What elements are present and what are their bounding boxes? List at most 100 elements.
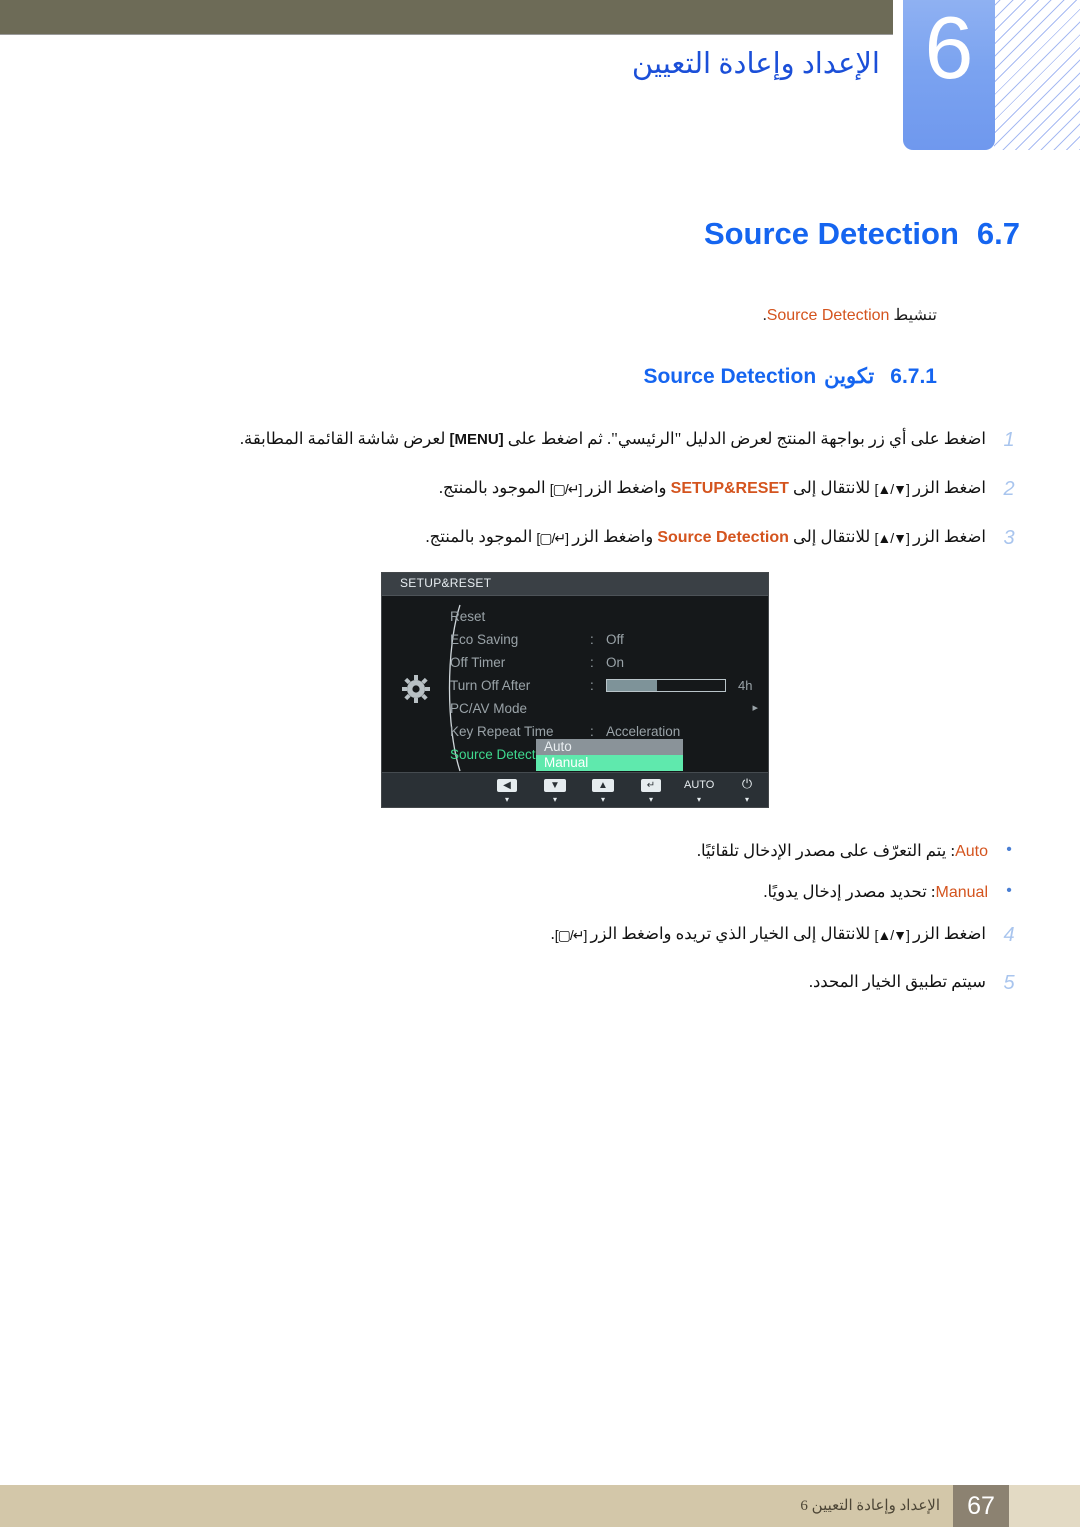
inline-text: للانتقال إلى [788, 478, 875, 497]
step-text: اضغط الزر [▲/▼] للانتقال إلى Source Dete… [426, 526, 995, 549]
osd-menu-item[interactable]: Off Timer: On [450, 651, 760, 674]
inline-text: الموجود بالمنتج. [425, 527, 537, 546]
inline-text: اضغط الزر [908, 924, 986, 943]
button-glyph: [▲/▼] [874, 927, 909, 943]
button-glyph: [▢/↵] [549, 481, 583, 497]
osd-item-label: Reset [450, 609, 486, 624]
inline-text: اضغط على أي زر بواجهة المنتج لعرض الدليل… [503, 429, 986, 448]
inline-text: اضغط الزر [908, 478, 986, 497]
osd-item-label: Turn Off After [450, 678, 531, 693]
gear-icon [402, 675, 430, 703]
footer-tail [1009, 1485, 1080, 1527]
caret-down-icon: ▾ [504, 795, 509, 804]
bullet-dot-icon: • [1006, 841, 1012, 858]
step-text: اضغط الزر [▲/▼] للانتقال إلى الخيار الذي… [551, 923, 994, 945]
chapter-tab: 6 [903, 0, 995, 150]
osd-button-glyph: ▲ [592, 779, 614, 792]
osd-hardware-button[interactable]: ▲ ▾ [588, 775, 618, 804]
osd-button-group: ◀ ▾ ▼ ▾ ▲ ▾ ↵ ▾ AUTO ▾ ⏻ ▾ [492, 775, 762, 804]
osd-item-value: On [606, 655, 625, 670]
section-intro: تنشيط Source Detection. [763, 305, 937, 325]
inline-text: الموجود بالمنتج. [438, 478, 550, 497]
osd-button-glyph: ↵ [640, 779, 662, 792]
chevron-right-icon: ▸ [752, 702, 758, 714]
step-number: 5 [1003, 972, 1015, 994]
bullet-text: Auto: يتم التعرّف على مصدر الإدخال تلقائ… [697, 840, 994, 863]
button-glyph: [▲/▼] [874, 530, 909, 546]
instruction-step: 4 اضغط الزر [▲/▼] للانتقال إلى الخيار ال… [104, 923, 1024, 947]
osd-item-colon: : [590, 632, 594, 647]
osd-hardware-button[interactable]: ▼ ▾ [540, 775, 570, 804]
caret-down-icon: ▾ [696, 795, 701, 804]
osd-button-glyph: ▼ [544, 779, 566, 792]
osd-title-bar: SETUP&RESET [382, 573, 768, 596]
instruction-step: 5 سيتم تطبيق الخيار المحدد. [104, 971, 1024, 995]
diagonal-hatch-decoration [994, 0, 1080, 150]
osd-button-bar: ◀ ▾ ▼ ▾ ▲ ▾ ↵ ▾ AUTO ▾ ⏻ ▾ [382, 772, 768, 807]
inline-text: اضغط الزر [908, 527, 986, 546]
chapter-title: الإعداد وإعادة التعيين [631, 48, 880, 80]
osd-hardware-button[interactable]: ⏻ ▾ [732, 775, 762, 804]
inline-text: : يتم التعرّف على مصدر الإدخال تلقائيًا. [696, 841, 956, 860]
footer-chapter-text: الإعداد وإعادة التعيين 6 [800, 1498, 940, 1514]
step-number: 1 [1003, 429, 1015, 451]
inline-term: Source Detection [657, 529, 789, 546]
instruction-step: 1 اضغط على أي زر بواجهة المنتج لعرض الدل… [104, 428, 1024, 452]
instruction-step: 2 اضغط الزر [▲/▼] للانتقال إلى SETUP&RES… [104, 477, 1024, 501]
section-heading: 6.7 Source Detection [704, 216, 1020, 252]
option-bullet: • Manual: تحديد مصدر إدخال يدويًا. [104, 881, 1024, 904]
osd-dropdown-options[interactable]: Auto Manual [536, 739, 683, 771]
osd-menu-item[interactable]: Eco Saving: Off [450, 628, 760, 651]
osd-dropdown-option[interactable]: Manual [536, 755, 683, 771]
instruction-step: 3 اضغط الزر [▲/▼] للانتقال إلى Source De… [104, 526, 1024, 550]
step-number: 4 [1003, 924, 1015, 946]
power-icon: ⏻ [741, 776, 753, 791]
osd-hardware-button[interactable]: AUTO ▾ [684, 775, 714, 804]
osd-hardware-button[interactable]: ◀ ▾ [492, 775, 522, 804]
osd-item-label: PC/AV Mode [450, 701, 528, 716]
caret-down-icon: ▾ [552, 795, 557, 804]
option-bullet: • Auto: يتم التعرّف على مصدر الإدخال تلق… [104, 840, 1024, 863]
bullet-dot-icon: • [1006, 882, 1012, 899]
osd-dropdown-option[interactable]: Auto [536, 739, 683, 755]
step-number: 3 [1003, 527, 1015, 549]
step-text: اضغط على أي زر بواجهة المنتج لعرض الدليل… [240, 428, 994, 450]
bullet-text: Manual: تحديد مصدر إدخال يدويًا. [763, 881, 994, 904]
osd-button-glyph: AUTO [684, 779, 715, 791]
caret-down-icon: ▾ [744, 795, 749, 804]
osd-menu-item[interactable]: PC/AV Mode ▸ [450, 697, 760, 720]
caret-down-icon: ▾ [648, 795, 653, 804]
osd-slider[interactable] [606, 679, 726, 692]
osd-menu-item[interactable]: Reset [450, 605, 760, 628]
inline-term: Manual [935, 884, 988, 901]
step-text: سيتم تطبيق الخيار المحدد. [809, 971, 994, 993]
osd-slider-value: 4h [738, 678, 753, 693]
caret-down-icon: ▾ [600, 795, 605, 804]
subsection-number: 6.7.1 [890, 365, 937, 388]
osd-item-colon: : [590, 678, 594, 693]
section-intro-ar: تنشيط [893, 307, 937, 324]
osd-button-glyph: ◀ [497, 779, 517, 792]
button-glyph: [▢/↵] [536, 530, 569, 546]
inline-text: واضغط الزر [581, 478, 671, 497]
osd-item-label: Eco Saving [450, 632, 519, 647]
section-number: 6.7 [976, 216, 1020, 251]
chapter-number: 6 [924, 0, 974, 97]
inline-text: واضغط الزر [568, 527, 658, 546]
osd-menu-screenshot: SETUP&RESET Reset Eco Saving: Off Off Timer… [381, 572, 769, 808]
osd-item-label: Off Timer [450, 655, 506, 670]
inline-text: للانتقال إلى [788, 527, 875, 546]
osd-menu-item[interactable]: Turn Off After: 4h [450, 674, 760, 697]
subsection-title-en: Source Detection [643, 365, 817, 388]
step-text: اضغط الزر [▲/▼] للانتقال إلى SETUP&RESET… [439, 477, 994, 500]
inline-text: : تحديد مصدر إدخال يدويًا. [763, 882, 936, 901]
osd-hardware-button[interactable]: ↵ ▾ [636, 775, 666, 804]
osd-item-value: Off [606, 632, 624, 647]
inline-text: للانتقال إلى الخيار الذي تريده واضغط الز… [586, 924, 875, 943]
section-intro-en: Source Detection [766, 307, 890, 324]
subsection-heading: 6.7.1 تكوين Source Detection [643, 364, 937, 389]
inline-text: لعرض شاشة القائمة المطابقة. [239, 429, 450, 448]
button-glyph: [▲/▼] [874, 481, 909, 497]
header-bar [0, 0, 893, 35]
osd-item-colon: : [590, 655, 594, 670]
